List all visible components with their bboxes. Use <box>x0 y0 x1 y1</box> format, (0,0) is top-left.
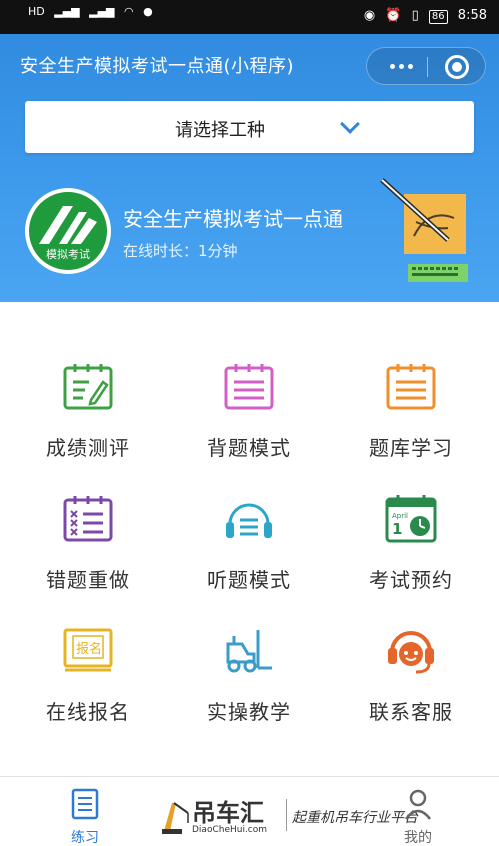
headphones-icon <box>226 503 272 538</box>
bottom-tab-bar: 练习 吊车汇 DiaoCheHui.com 起重机吊车行业平台 我的 <box>0 776 499 846</box>
notebook-list-icon <box>224 364 274 410</box>
watermark-brand: 吊车汇 <box>192 799 264 827</box>
job-type-selector[interactable]: 请选择工种 <box>25 101 474 153</box>
menu-item-exam-booking[interactable]: April 1 考试预约 <box>328 492 494 622</box>
user-icon <box>405 789 431 820</box>
status-right: ◉ ⏰ ▯ 86 8:58 <box>358 8 487 24</box>
banner-title: 安全生产模拟考试一点通 <box>123 207 343 231</box>
customer-service-icon <box>388 631 434 674</box>
status-bar: HD ▂▄▆ ▂▄▆ ◠ ● ◉ ⏰ ▯ 86 8:58 <box>0 0 499 34</box>
logo-caption: 模拟考试 <box>46 248 90 261</box>
header-area: HD ▂▄▆ ▂▄▆ ◠ ● ◉ ⏰ ▯ 86 8:58 安全生产模拟考试一点通… <box>0 0 499 302</box>
menu-item-label: 背题模式 <box>207 436 291 460</box>
tab-practice-label: 练习 <box>71 830 99 846</box>
menu-item-online-signup[interactable]: 报名 在线报名 <box>5 624 171 754</box>
logo-badge: 模拟考试 <box>29 192 107 270</box>
tab-mine[interactable]: 我的 <box>388 787 448 846</box>
crane-logo-icon <box>162 802 189 834</box>
signup-icon: 报名 <box>63 628 113 672</box>
alarm-icon: ⏰ <box>385 8 402 23</box>
svg-text:报名: 报名 <box>76 641 102 657</box>
signal-icon-2: ▂▄▆ <box>89 5 115 18</box>
practice-notebook-icon <box>71 788 99 820</box>
battery-level: 86 <box>428 10 448 24</box>
status-left: HD ▂▄▆ ▂▄▆ ◠ ● <box>28 5 159 18</box>
app-logo: 模拟考试 <box>25 188 111 274</box>
function-grid: 成绩测评 背题模式 题库学习 错题重做 听题模式 April 1 考试预约 报名… <box>0 302 499 772</box>
dot-icon <box>407 63 413 69</box>
hd-indicator: HD <box>28 5 45 18</box>
svg-text:April: April <box>392 512 408 520</box>
calendar-clock-icon: April 1 <box>385 495 437 543</box>
watermark-domain: DiaoCheHui.com <box>192 825 268 835</box>
page-title: 安全生产模拟考试一点通(小程序) <box>20 56 295 77</box>
menu-item-label: 联系客服 <box>369 700 453 724</box>
svg-text:1: 1 <box>392 520 402 538</box>
notebook-x-icon <box>63 496 113 542</box>
menu-item-score-evaluation[interactable]: 成绩测评 <box>5 360 171 490</box>
menu-item-label: 考试预约 <box>369 568 453 592</box>
menu-item-label: 错题重做 <box>46 568 130 592</box>
notebook-list-icon <box>386 364 436 410</box>
more-menu-button[interactable] <box>381 56 421 76</box>
online-duration: 在线时长：1分钟 <box>123 242 238 260</box>
menu-item-label: 在线报名 <box>46 700 130 724</box>
dot-icon <box>398 63 404 69</box>
wifi-icon: ◠ <box>124 5 134 18</box>
message-icon: ● <box>143 5 153 18</box>
menu-item-redo-mistakes[interactable]: 错题重做 <box>5 492 171 622</box>
menu-item-label: 题库学习 <box>369 436 453 460</box>
menu-item-customer-service[interactable]: 联系客服 <box>328 624 494 754</box>
menu-item-label: 实操教学 <box>207 700 291 724</box>
close-program-button[interactable] <box>445 55 469 79</box>
watermark-divider <box>286 799 287 831</box>
vibrate-icon: ▯ <box>411 8 419 23</box>
capsule-divider <box>427 57 428 77</box>
menu-item-listen-mode[interactable]: 听题模式 <box>166 492 332 622</box>
tab-mine-label: 我的 <box>404 830 432 846</box>
menu-item-label: 成绩测评 <box>46 436 130 460</box>
menu-item-question-bank[interactable]: 题库学习 <box>328 360 494 490</box>
notebook-edit-icon <box>63 364 113 410</box>
mini-program-capsule <box>366 47 486 85</box>
signal-icon: ▂▄▆ <box>54 5 80 18</box>
dot-icon <box>389 63 395 69</box>
eye-icon: ◉ <box>363 8 376 23</box>
tab-practice[interactable]: 练习 <box>55 787 115 846</box>
clock: 8:58 <box>457 8 487 23</box>
menu-item-label: 听题模式 <box>207 568 291 592</box>
menu-item-recite-mode[interactable]: 背题模式 <box>166 360 332 490</box>
exam-illustration-icon <box>380 178 468 282</box>
forklift-icon <box>226 630 272 673</box>
menu-item-practical-teaching[interactable]: 实操教学 <box>166 624 332 754</box>
